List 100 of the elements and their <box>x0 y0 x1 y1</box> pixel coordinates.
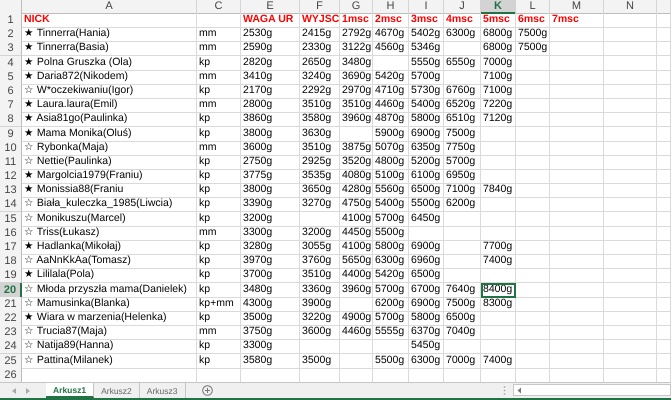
table-cell[interactable] <box>657 325 671 340</box>
table-cell[interactable] <box>516 154 550 170</box>
table-cell[interactable] <box>657 70 671 85</box>
column-title[interactable]: WYJSC <box>300 13 340 28</box>
row-header[interactable]: 5 <box>0 70 22 85</box>
column-title[interactable]: 7msc <box>550 13 604 28</box>
table-cell[interactable]: ★ Wiara w marzenia(Helenka) <box>22 310 197 326</box>
table-cell[interactable]: 2330g <box>300 41 340 56</box>
table-cell[interactable]: 5070g <box>373 140 409 156</box>
table-cell[interactable] <box>516 98 550 114</box>
row-header[interactable]: 6 <box>0 84 22 99</box>
table-cell[interactable]: 3240g <box>300 70 340 85</box>
table-cell[interactable] <box>516 84 550 99</box>
table-cell[interactable]: ☆ AaNnKkAa(Tomasz) <box>22 254 197 270</box>
table-cell[interactable] <box>550 254 604 270</box>
table-cell[interactable]: 6900g <box>409 240 444 255</box>
table-cell[interactable]: 7500g <box>516 41 550 56</box>
table-cell[interactable] <box>550 126 604 142</box>
row-header[interactable]: 17 <box>0 240 22 255</box>
table-cell[interactable]: ☆ W*oczekiwaniu(Igor) <box>22 84 197 99</box>
column-header[interactable]: C <box>197 0 241 14</box>
column-title[interactable]: NICK <box>22 13 197 28</box>
column-title[interactable]: 2msc <box>373 13 409 28</box>
table-cell[interactable]: 3700g <box>241 268 300 284</box>
table-cell[interactable]: 6760g <box>444 84 481 99</box>
table-cell[interactable]: 7100g <box>481 84 516 99</box>
table-cell[interactable]: 4100g <box>340 240 373 255</box>
row-header[interactable]: 24 <box>0 339 22 354</box>
table-cell[interactable]: 6950g <box>444 169 481 184</box>
table-cell[interactable]: 6960g <box>409 254 444 270</box>
row-header[interactable]: 20 <box>0 282 22 298</box>
table-cell[interactable]: 2170g <box>241 84 300 99</box>
table-cell[interactable]: 7100g <box>444 183 481 198</box>
table-cell[interactable] <box>604 354 657 368</box>
table-cell[interactable]: 2820g <box>241 56 300 71</box>
row-header[interactable]: 25 <box>0 354 22 368</box>
table-cell[interactable]: 2530g <box>241 27 300 42</box>
table-cell[interactable]: kp <box>197 169 241 184</box>
table-cell[interactable] <box>481 325 516 340</box>
table-cell[interactable]: 3500g <box>241 310 300 326</box>
horizontal-scrollbar[interactable] <box>513 384 671 396</box>
table-cell[interactable] <box>481 140 516 156</box>
table-cell[interactable]: 7500g <box>444 126 481 142</box>
table-cell[interactable] <box>550 240 604 255</box>
table-cell[interactable] <box>373 339 409 354</box>
add-sheet-icon[interactable] <box>202 385 213 396</box>
row-header[interactable]: 12 <box>0 169 22 184</box>
table-cell[interactable]: ★ Lililala(Pola) <box>22 268 197 284</box>
table-cell[interactable] <box>550 169 604 184</box>
table-cell[interactable]: 5500g <box>409 197 444 212</box>
table-cell[interactable]: mm <box>197 27 241 42</box>
table-cell[interactable] <box>550 70 604 85</box>
table-cell[interactable] <box>481 212 516 227</box>
table-cell[interactable]: 2970g <box>340 84 373 99</box>
table-cell[interactable]: mm <box>197 226 241 241</box>
table-cell[interactable]: 3480g <box>241 282 300 298</box>
row-header[interactable]: 19 <box>0 268 22 284</box>
table-cell[interactable]: 5650g <box>340 254 373 270</box>
table-cell[interactable] <box>657 56 671 71</box>
table-cell[interactable]: 6500g <box>409 183 444 198</box>
table-cell[interactable] <box>300 339 340 354</box>
table-cell[interactable]: 3800g <box>241 126 300 142</box>
table-cell[interactable]: 3970g <box>241 254 300 270</box>
table-cell[interactable] <box>444 212 481 227</box>
column-title[interactable]: 4msc <box>444 13 481 28</box>
table-cell[interactable] <box>550 197 604 212</box>
column-header[interactable]: F <box>300 0 340 14</box>
table-cell[interactable] <box>516 140 550 156</box>
table-cell[interactable] <box>481 310 516 326</box>
table-cell[interactable]: 3775g <box>241 169 300 184</box>
table-cell[interactable] <box>604 282 657 298</box>
table-cell[interactable] <box>516 169 550 184</box>
table-cell[interactable]: 6200g <box>444 197 481 212</box>
table-cell[interactable] <box>604 183 657 198</box>
table-cell[interactable] <box>481 169 516 184</box>
table-cell[interactable]: ★ Asia81go(Paulinka) <box>22 112 197 128</box>
splitter-icon[interactable] <box>503 386 506 395</box>
table-cell[interactable]: ★ Hadlanka(Mikołaj) <box>22 240 197 255</box>
table-cell[interactable]: 3875g <box>340 140 373 156</box>
table-cell[interactable] <box>516 240 550 255</box>
table-cell[interactable] <box>340 126 373 142</box>
table-cell[interactable]: 6100g <box>409 169 444 184</box>
row-header[interactable]: 22 <box>0 310 22 326</box>
table-cell[interactable]: 4450g <box>340 226 373 241</box>
column-header[interactable]: L <box>516 0 550 14</box>
row-header[interactable]: 9 <box>0 126 22 142</box>
table-cell[interactable] <box>409 226 444 241</box>
table-cell[interactable]: ★ Daria872(Nikodem) <box>22 70 197 85</box>
table-cell[interactable] <box>550 27 604 42</box>
table-cell[interactable]: 3122g <box>340 41 373 56</box>
table-cell[interactable]: mm <box>197 70 241 85</box>
table-cell[interactable]: 5400g <box>409 98 444 114</box>
table-cell[interactable]: 5700g <box>444 154 481 170</box>
table-cell[interactable]: ★ Margolcia1979(Franiu) <box>22 169 197 184</box>
table-cell[interactable]: 6800g <box>481 41 516 56</box>
table-cell[interactable] <box>604 98 657 114</box>
table-cell[interactable] <box>657 197 671 212</box>
column-header[interactable] <box>657 0 671 14</box>
table-cell[interactable]: 7400g <box>481 254 516 270</box>
table-cell[interactable] <box>550 98 604 114</box>
